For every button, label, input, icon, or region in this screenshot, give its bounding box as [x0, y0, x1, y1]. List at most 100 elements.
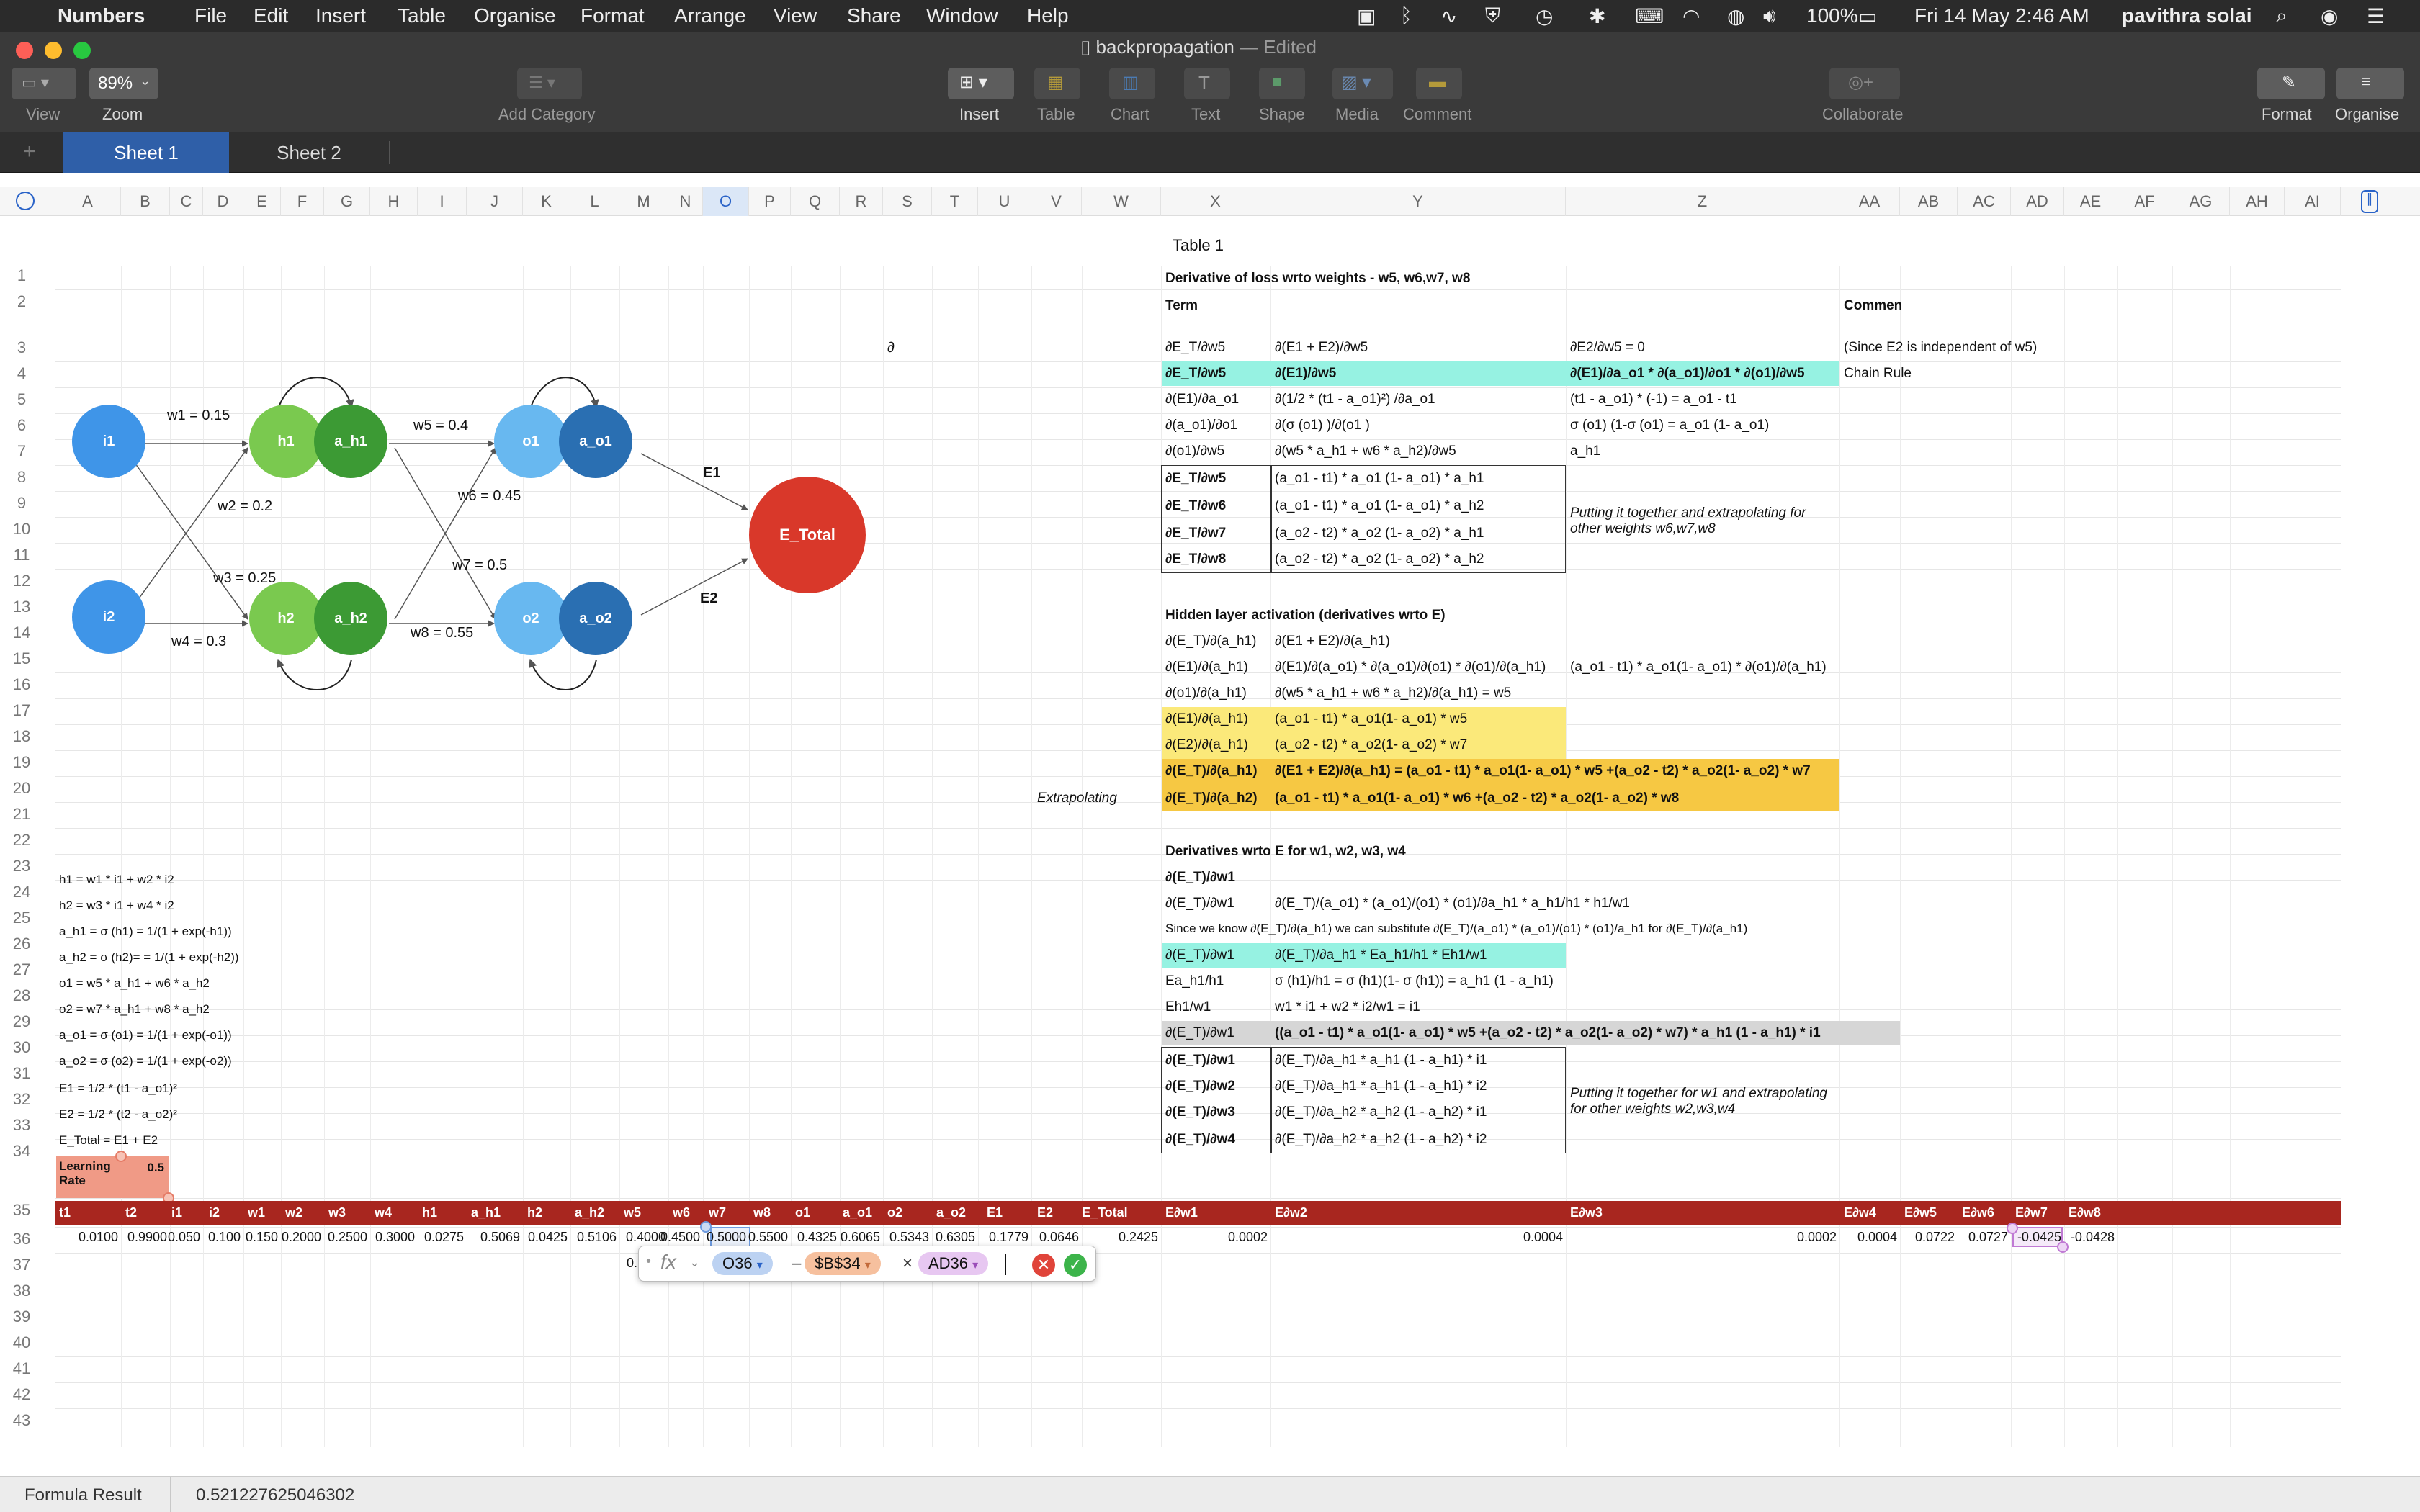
menu-organise[interactable]: Organise	[474, 4, 556, 27]
row-header-18[interactable]: 18	[0, 727, 43, 746]
formula-a-o1[interactable]: a_o1 = σ (o1) = 1/(1 + exp(-o1))	[59, 1028, 232, 1043]
r26-expr[interactable]: ∂(E_T)/∂a_h1 * Ea_h1/h1 * Eh1/w1	[1275, 948, 1487, 963]
formula-editor[interactable]: • fx ⌄ O36 ▾ – $B$34 ▾ × AD36 ▾ ✕ ✓	[638, 1246, 1096, 1282]
organise-button[interactable]: ≡	[2336, 68, 2404, 99]
row-header-7[interactable]: 7	[0, 442, 43, 461]
column-header-n[interactable]: N	[668, 187, 703, 216]
r20-term[interactable]: ∂(E_T)/∂(a_h2)	[1165, 791, 1258, 806]
close-window-button[interactable]	[16, 42, 33, 59]
r7-expr[interactable]: ∂(w5 * a_h1 + w6 * a_h2)/∂w5	[1275, 444, 1456, 459]
menu-file[interactable]: File	[194, 4, 227, 27]
row-header-20[interactable]: 20	[0, 779, 43, 798]
value-cell[interactable]: 0.0727	[1968, 1230, 2008, 1245]
r14-expr[interactable]: ∂(E1 + E2)/∂(a_h1)	[1275, 634, 1390, 649]
column-header-af[interactable]: AF	[2118, 187, 2172, 216]
comment-button[interactable]: ▬	[1416, 68, 1462, 99]
formula-a-o2[interactable]: a_o2 = σ (o2) = 1/(1 + exp(-o2))	[59, 1054, 232, 1068]
header-cell[interactable]: t1	[59, 1205, 71, 1220]
column-header-ad[interactable]: AD	[2011, 187, 2064, 216]
header-cell[interactable]: o1	[795, 1205, 810, 1220]
header-cell[interactable]: w4	[375, 1205, 392, 1220]
text-button[interactable]: T	[1184, 68, 1230, 99]
activity-icon[interactable]: ∿	[1440, 4, 1457, 28]
section3-note[interactable]: Putting it together for w1 and extrapola…	[1570, 1086, 1844, 1117]
value-cell[interactable]: 0.0275	[424, 1230, 464, 1245]
row-header-24[interactable]: 24	[0, 883, 43, 901]
row-header-10[interactable]: 10	[0, 520, 43, 539]
value-cell[interactable]: 0.6065	[841, 1230, 880, 1245]
minimize-window-button[interactable]	[45, 42, 62, 59]
row-header-34[interactable]: 34	[0, 1142, 43, 1161]
row-header-38[interactable]: 38	[0, 1282, 43, 1300]
column-header-o[interactable]: O	[703, 187, 749, 216]
r20-label[interactable]: Extrapolating	[1037, 791, 1117, 806]
value-cell[interactable]: 0.050	[168, 1230, 200, 1245]
row-header-17[interactable]: 17	[0, 701, 43, 720]
r6-result[interactable]: σ (o1) (1-σ (o1) = a_o1 (1- a_o1)	[1570, 418, 1769, 433]
value-cell[interactable]: 0.0646	[1039, 1230, 1079, 1245]
r24-expr[interactable]: ∂(E_T)/(a_o1) * (a_o1)/(o1) * (o1)/∂a_h1…	[1275, 896, 1630, 912]
box1-r3-expr[interactable]: (a_o2 - t2) * a_o2 (1- a_o2) * a_h1	[1275, 526, 1484, 541]
fx-label[interactable]: fx	[660, 1251, 676, 1274]
clock[interactable]: Fri 14 May 2:46 AM	[1914, 4, 2089, 27]
header-cell[interactable]: h2	[527, 1205, 542, 1220]
box3-r4-term[interactable]: ∂(E_T)/∂w4	[1165, 1132, 1235, 1148]
r23-term[interactable]: ∂(E_T)/∂w1	[1165, 870, 1235, 886]
column-header-g[interactable]: G	[324, 187, 370, 216]
bluetooth-device-icon[interactable]: ᛒ	[1400, 4, 1412, 27]
r16-expr[interactable]: ∂(w5 * a_h1 + w6 * a_h2)/∂(a_h1) = w5	[1275, 685, 1511, 701]
row-header-16[interactable]: 16	[0, 675, 43, 694]
row-header-21[interactable]: 21	[0, 805, 43, 824]
collaborate-button[interactable]: ◎+	[1829, 68, 1900, 99]
cancel-formula-button[interactable]: ✕	[1032, 1254, 1055, 1277]
header-cell[interactable]: a_h2	[575, 1205, 604, 1220]
value-cell[interactable]: 0.0004	[1523, 1230, 1563, 1245]
wifi-icon[interactable]: ◠	[1682, 4, 1700, 28]
row-header-30[interactable]: 30	[0, 1038, 43, 1057]
box3-r1-term[interactable]: ∂(E_T)/∂w1	[1165, 1053, 1235, 1068]
header-cell[interactable]: h1	[422, 1205, 437, 1220]
column-header-u[interactable]: U	[978, 187, 1031, 216]
row-header-14[interactable]: 14	[0, 624, 43, 642]
header-cell[interactable]: w8	[753, 1205, 771, 1220]
header-cell[interactable]: E∂w5	[1904, 1205, 1937, 1220]
column-header-c[interactable]: C	[170, 187, 203, 216]
column-header-p[interactable]: P	[749, 187, 791, 216]
r28-expr[interactable]: w1 * i1 + w2 * i2/w1 = i1	[1275, 999, 1420, 1015]
column-header-r[interactable]: R	[840, 187, 883, 216]
header-cell[interactable]: a_h1	[471, 1205, 501, 1220]
r6-expr[interactable]: ∂(σ (o1) )/∂(o1 )	[1275, 418, 1370, 433]
row-header-4[interactable]: 4	[0, 364, 43, 383]
r28-term[interactable]: Eh1/w1	[1165, 999, 1211, 1015]
column-header-l[interactable]: L	[570, 187, 619, 216]
column-header-h[interactable]: H	[370, 187, 418, 216]
zoom-window-button[interactable]	[73, 42, 91, 59]
r6-term[interactable]: ∂(a_o1)/∂o1	[1165, 418, 1237, 433]
formula-e1[interactable]: E1 = 1/2 * (t1 - a_o1)²	[59, 1081, 177, 1096]
formula-o2[interactable]: o2 = w7 * a_h1 + w8 * a_h2	[59, 1002, 210, 1017]
bluetooth-icon[interactable]: ✱	[1589, 4, 1605, 28]
chart-button[interactable]: ▥	[1109, 68, 1155, 99]
value-cell[interactable]: 0.0002	[1797, 1230, 1837, 1245]
r24-term[interactable]: ∂(E_T)/∂w1	[1165, 896, 1234, 912]
node-e-total[interactable]: E_Total	[749, 477, 866, 593]
row-header-6[interactable]: 6	[0, 416, 43, 435]
column-header-aa[interactable]: AA	[1839, 187, 1900, 216]
row-header-1[interactable]: 1	[0, 266, 43, 285]
r4-result[interactable]: ∂(E1)/∂a_o1 * ∂(a_o1)/∂o1 * ∂(o1)/∂w5	[1570, 366, 1805, 382]
r26-term[interactable]: ∂(E_T)/∂w1	[1165, 948, 1234, 963]
menu-insert[interactable]: Insert	[315, 4, 366, 27]
column-header-v[interactable]: V	[1031, 187, 1082, 216]
column-header-b[interactable]: B	[121, 187, 170, 216]
node-h2[interactable]: h2	[249, 582, 323, 655]
row-header-36[interactable]: 36	[0, 1230, 43, 1248]
shape-button[interactable]: ■	[1259, 68, 1305, 99]
column-header-f[interactable]: F	[281, 187, 324, 216]
menu-window[interactable]: Window	[926, 4, 998, 27]
value-cell[interactable]: 0.0002	[1228, 1230, 1268, 1245]
box3-r3-term[interactable]: ∂(E_T)/∂w3	[1165, 1104, 1235, 1120]
row-header-25[interactable]: 25	[0, 909, 43, 927]
column-header-i[interactable]: I	[418, 187, 467, 216]
formula-e2[interactable]: E2 = 1/2 * (t2 - a_o2)²	[59, 1107, 177, 1122]
value-cell[interactable]: 0.0425	[528, 1230, 568, 1245]
